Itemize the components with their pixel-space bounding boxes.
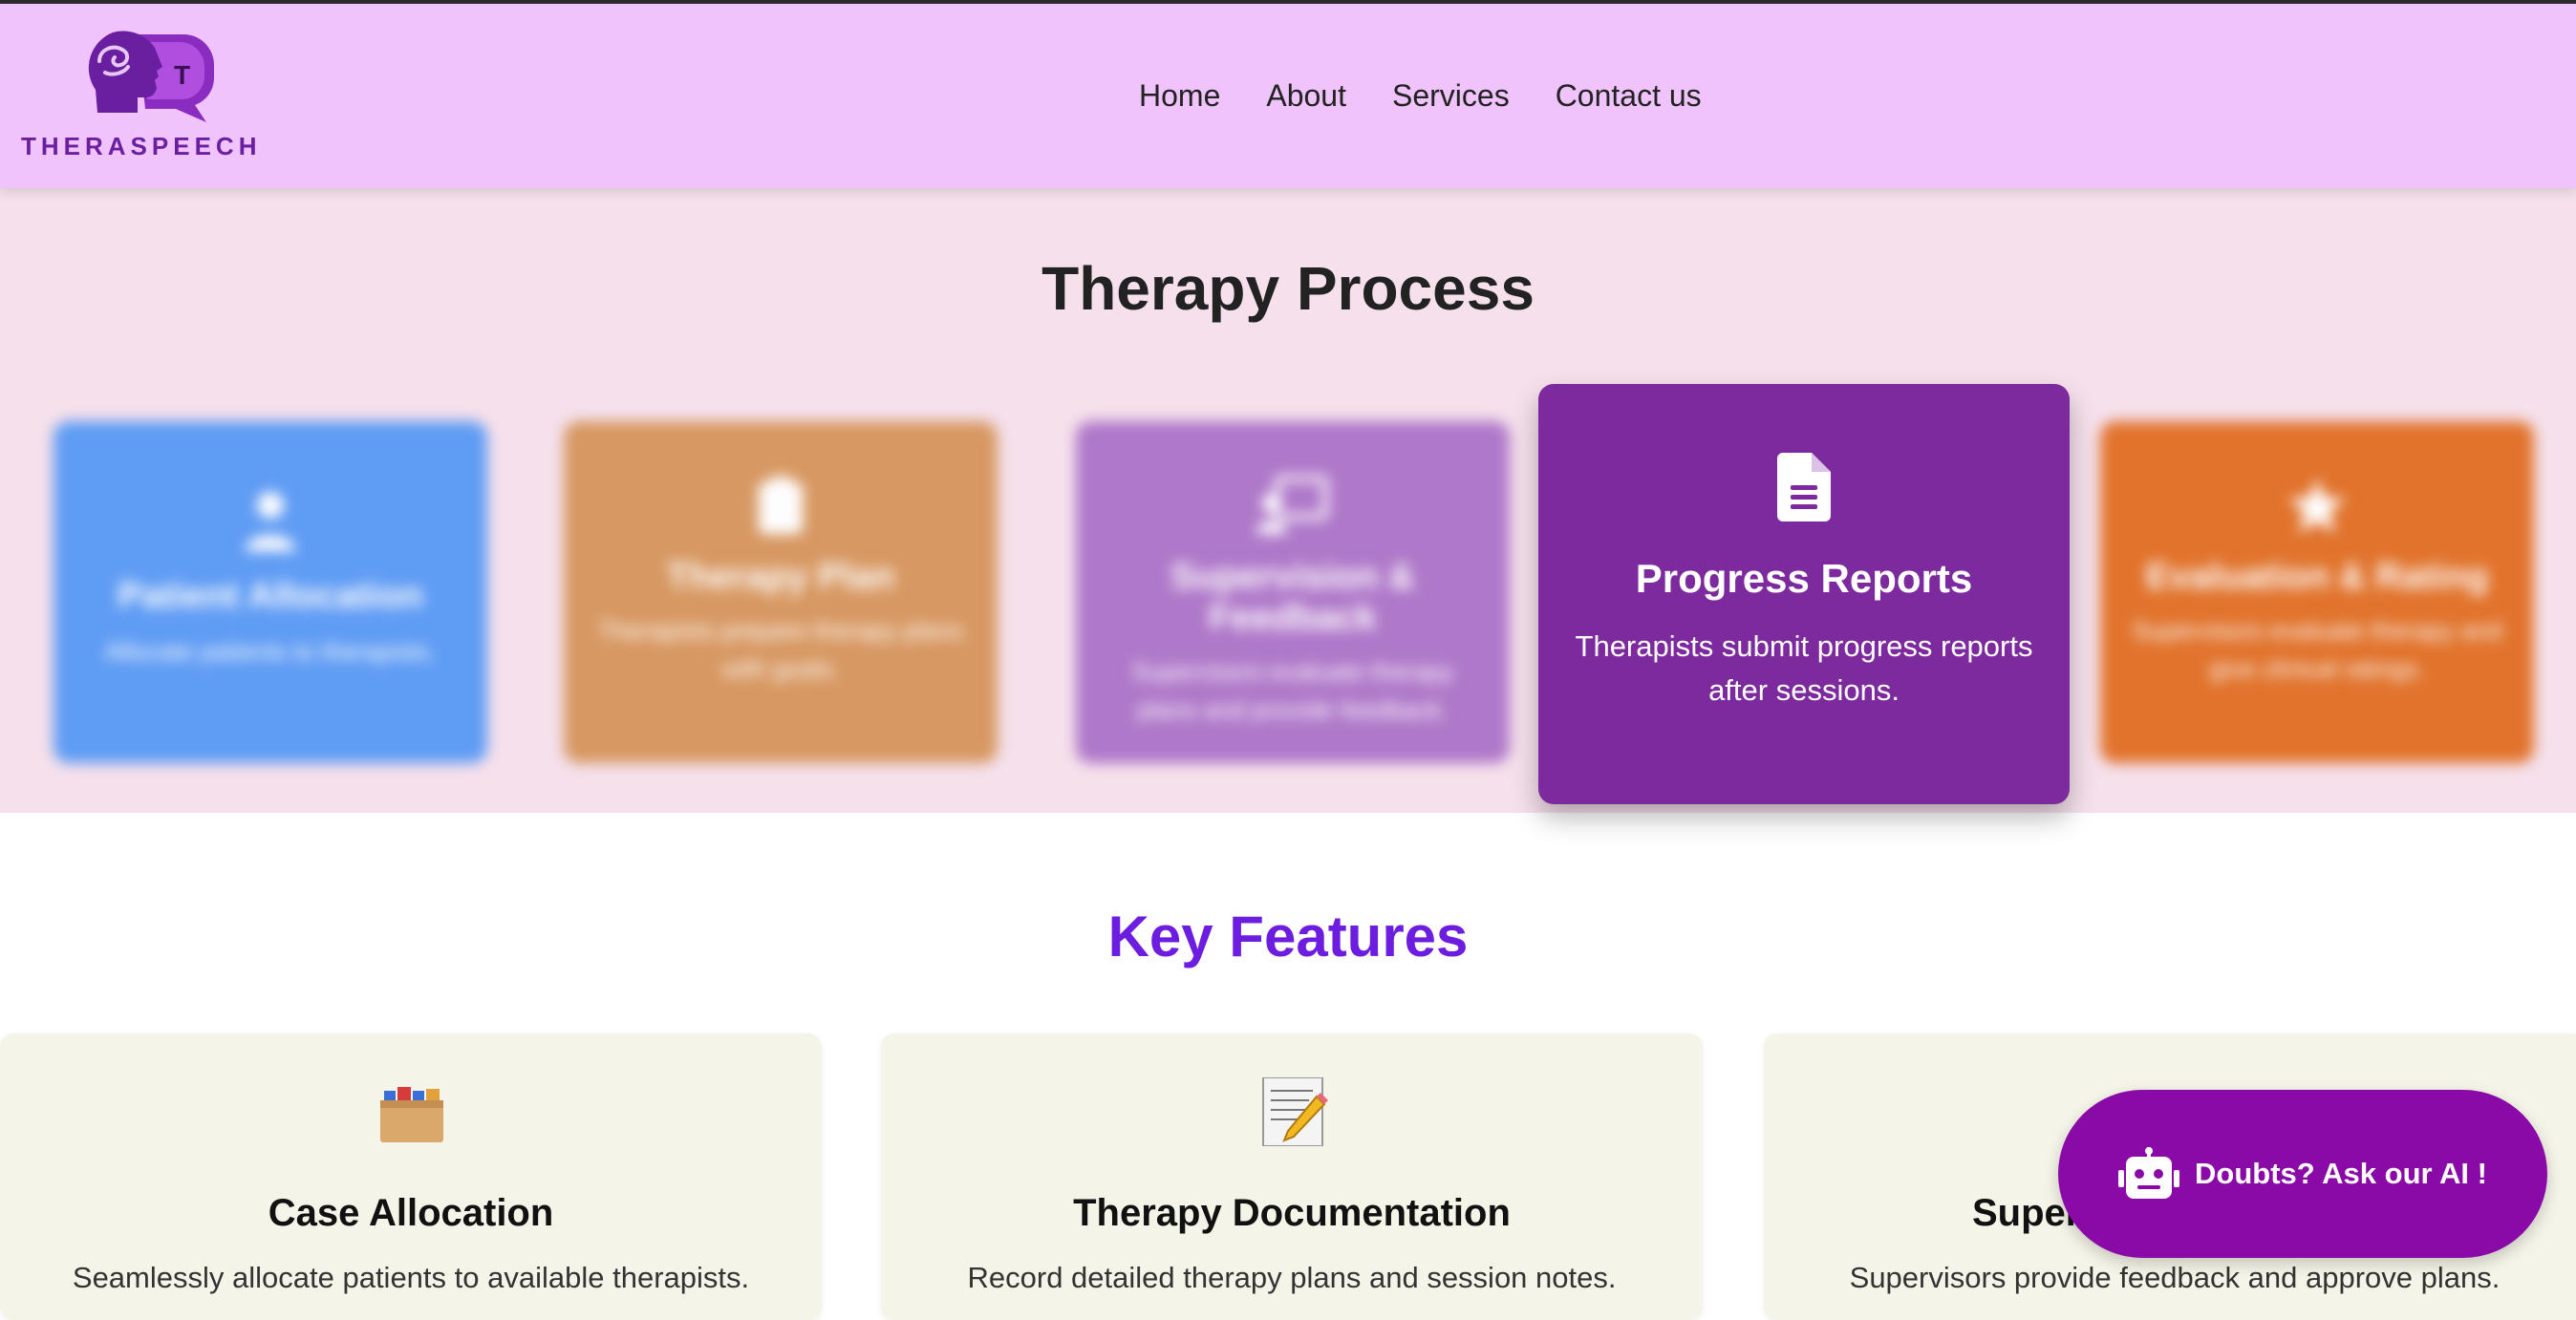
process-card-title: Evaluation & Rating: [2145, 557, 2489, 597]
process-card-evaluation-rating[interactable]: Evaluation & Rating Supervisors evaluate…: [2100, 421, 2534, 763]
therapy-process-section: Therapy Process Patient Allocation Alloc…: [0, 188, 2576, 813]
process-card-title: Therapy Plan: [666, 557, 895, 597]
process-card-desc-line2: after sessions.: [1708, 673, 1900, 707]
card-file-box-icon: [380, 1087, 443, 1142]
process-card-patient-allocation[interactable]: Patient Allocation Allocate patients to …: [54, 421, 487, 763]
feature-desc: Supervisors provide feedback and approve…: [1849, 1261, 2501, 1294]
window-top-border: [0, 0, 2576, 4]
feature-title: Case Allocation: [268, 1192, 554, 1234]
site-header: T THERASPEECH Home About Services Contac…: [0, 4, 2576, 188]
document-icon: [1777, 453, 1831, 522]
process-card-therapy-plan[interactable]: Therapy Plan Therapists prepare therapy …: [564, 421, 998, 763]
process-card-title: Supervision & Feedback: [1170, 557, 1415, 638]
process-card-desc: Supervisors evaluate therapy plans and p…: [1131, 657, 1454, 724]
process-card-title: Progress Reports: [1635, 556, 1973, 601]
svg-text:T: T: [174, 60, 190, 90]
process-title: Therapy Process: [1041, 254, 1535, 323]
nav-link-services[interactable]: Services: [1392, 78, 1510, 114]
brand-name: THERASPEECH: [21, 132, 262, 160]
nav-link-contact[interactable]: Contact us: [1556, 78, 1702, 114]
nav-link-about[interactable]: About: [1266, 78, 1346, 114]
theraspeech-logo-icon: T: [88, 31, 214, 122]
process-card-title: Patient Allocation: [118, 576, 423, 616]
process-card-desc: Supervisors evaluate therapy and give cl…: [2132, 616, 2502, 683]
star-icon: [2288, 479, 2346, 533]
process-card-desc: Allocate patients to therapists.: [104, 637, 437, 666]
chat-teacher-icon: [1256, 476, 1328, 534]
chat-button-label: Doubts? Ask our AI !: [2195, 1157, 2487, 1190]
feature-title: Therapy Documentation: [1073, 1192, 1511, 1234]
process-card-desc-line1: Therapists submit progress reports: [1575, 629, 2033, 663]
memo-pencil-icon: [1262, 1077, 1328, 1146]
process-card-supervision-feedback[interactable]: Supervision & Feedback Supervisors evalu…: [1076, 421, 1510, 763]
process-card-desc: Therapists prepare therapy plans with go…: [598, 616, 963, 683]
robot-icon: [2118, 1147, 2179, 1199]
process-card-progress-reports[interactable]: Progress Reports Therapists submit progr…: [1538, 384, 2070, 804]
feature-desc: Record detailed therapy plans and sessio…: [967, 1261, 1617, 1294]
nav-link-home[interactable]: Home: [1139, 78, 1220, 114]
feature-card-therapy-documentation: Therapy Documentation Record detailed th…: [881, 1033, 1703, 1320]
feature-desc: Seamlessly allocate patients to availabl…: [72, 1261, 750, 1294]
features-title: Key Features: [1107, 905, 1469, 969]
brand-logo[interactable]: T THERASPEECH: [21, 29, 260, 162]
clipboard-icon: [759, 477, 803, 534]
user-icon: [246, 492, 295, 551]
ask-ai-chat-button[interactable]: Doubts? Ask our AI !: [2058, 1090, 2547, 1258]
main-nav: Home About Services Contact us: [1139, 78, 1702, 114]
feature-card-case-allocation: Case Allocation Seamlessly allocate pati…: [0, 1033, 822, 1320]
